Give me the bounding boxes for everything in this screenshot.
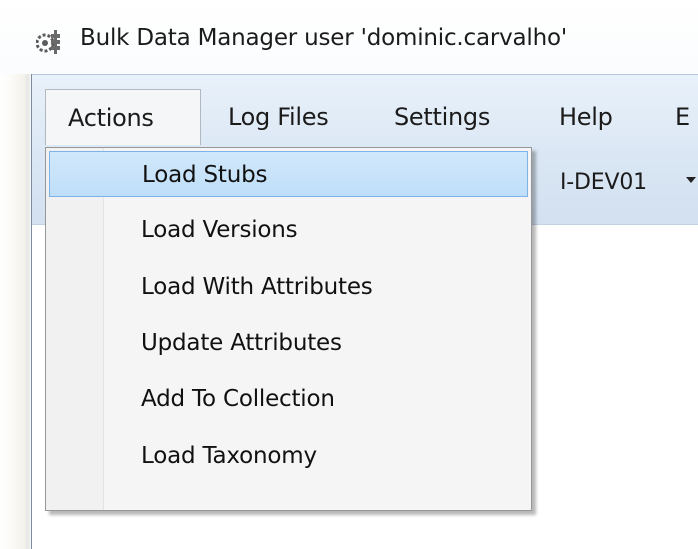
menu-actions[interactable]: Actions: [45, 89, 201, 145]
environment-selector-value[interactable]: I-DEV01: [560, 170, 647, 195]
app-window: Bulk Data Manager user 'dominic.carvalho…: [0, 0, 698, 549]
menu-item-label: Load Stubs: [142, 162, 268, 188]
window-title: Bulk Data Manager user 'dominic.carvalho…: [80, 25, 567, 51]
window-left-edge: [0, 0, 32, 549]
menu-item-label: Load Taxonomy: [141, 443, 317, 469]
menu-item-label: Load Versions: [141, 217, 298, 243]
menu-settings[interactable]: Settings: [394, 89, 490, 145]
menu-item-label: Update Attributes: [141, 330, 342, 356]
menu-help[interactable]: Help: [559, 89, 613, 145]
menu-item-label: Add To Collection: [141, 386, 335, 412]
chevron-down-icon[interactable]: [686, 177, 696, 183]
title-bar[interactable]: Bulk Data Manager user 'dominic.carvalho…: [0, 0, 698, 74]
menu-log-files[interactable]: Log Files: [228, 89, 329, 145]
menu-truncated[interactable]: E: [675, 89, 690, 145]
menu-item-load-taxonomy[interactable]: Load Taxonomy: [49, 433, 528, 479]
menu-item-add-to-collection[interactable]: Add To Collection: [49, 376, 528, 422]
menu-item-update-attributes[interactable]: Update Attributes: [49, 320, 528, 366]
menu-item-load-with-attributes[interactable]: Load With Attributes: [49, 264, 528, 310]
actions-dropdown-menu: Load Stubs Load Versions Load With Attri…: [45, 147, 532, 511]
gear-database-icon: [36, 30, 60, 54]
menu-item-load-stubs[interactable]: Load Stubs: [49, 151, 528, 197]
menu-bar: Actions Log Files Settings Help E: [32, 74, 698, 149]
menu-item-load-versions[interactable]: Load Versions: [49, 207, 528, 253]
menu-item-label: Load With Attributes: [141, 274, 373, 300]
